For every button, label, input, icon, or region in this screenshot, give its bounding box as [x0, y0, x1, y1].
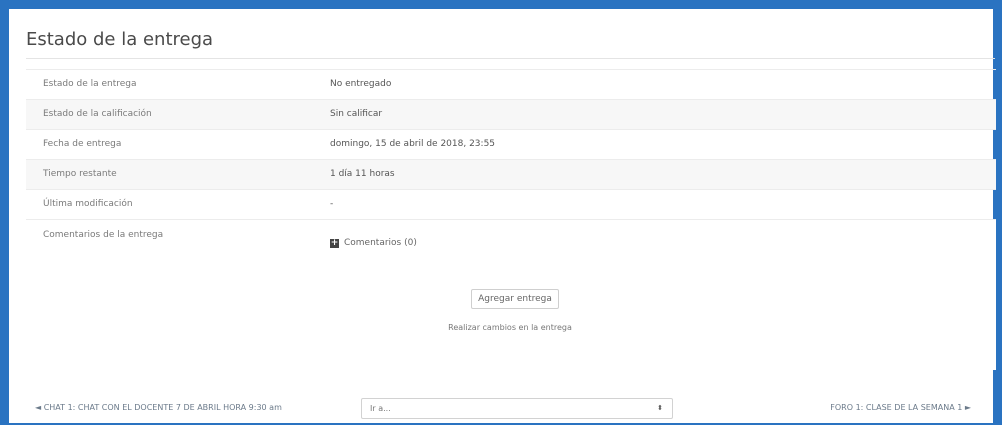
comments-toggle[interactable]: + Comentarios (0)	[330, 238, 417, 248]
table-row: Estado de la calificación Sin calificar	[26, 99, 996, 129]
page-title: Estado de la entrega	[26, 29, 214, 50]
row-label: Fecha de entrega	[43, 139, 122, 149]
row-label: Estado de la entrega	[43, 79, 137, 89]
add-submission-button[interactable]: Agregar entrega	[471, 289, 559, 309]
row-value: -	[330, 199, 334, 209]
table-row: Última modificación -	[26, 189, 996, 219]
jump-to-select[interactable]: Ir a... ⬍	[361, 398, 673, 419]
add-submission-hint: Realizar cambios en la entrega	[448, 323, 572, 332]
prev-activity-link[interactable]: ◄ CHAT 1: CHAT CON EL DOCENTE 7 DE ABRIL…	[35, 403, 282, 412]
row-value: Sin calificar	[330, 109, 383, 119]
row-label: Comentarios de la entrega	[43, 230, 164, 240]
table-row: Tiempo restante 1 día 11 horas	[26, 159, 996, 189]
row-label: Última modificación	[43, 199, 133, 209]
assignment-panel: Estado de la entrega Estado de la entreg…	[0, 0, 1002, 425]
row-label: Estado de la calificación	[43, 109, 152, 119]
jump-to-placeholder: Ir a...	[370, 404, 391, 413]
select-caret-icon: ⬍	[657, 404, 663, 412]
table-row: Estado de la entrega No entregado	[26, 69, 996, 99]
table-row: Fecha de entrega domingo, 15 de abril de…	[26, 129, 996, 159]
row-value: No entregado	[330, 79, 392, 89]
row-value: 1 día 11 horas	[330, 169, 395, 179]
expand-plus-icon: +	[330, 237, 339, 248]
row-value: domingo, 15 de abril de 2018, 23:55	[330, 139, 496, 149]
next-activity-link[interactable]: FORO 1: CLASE DE LA SEMANA 1 ►	[830, 403, 971, 412]
row-label: Tiempo restante	[43, 169, 117, 179]
comments-link-label: Comentarios (0)	[344, 238, 417, 248]
title-divider	[26, 58, 995, 59]
